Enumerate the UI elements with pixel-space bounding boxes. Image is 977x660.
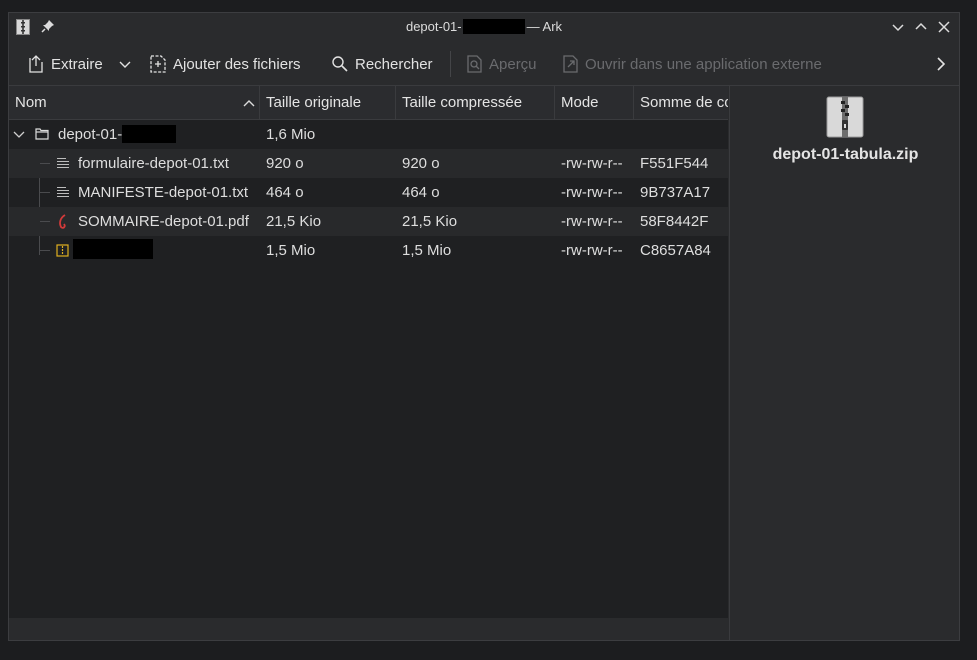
tree-branch-line [40, 250, 50, 251]
column-header: Nom Taille originale Taille compressée M… [9, 86, 728, 120]
extract-icon [29, 55, 43, 73]
archive-file-list: Nom Taille originale Taille compressée M… [9, 86, 728, 618]
column-header-compressed-size-label: Taille compressée [402, 94, 523, 111]
file-mode: -rw-rw-r-- [561, 184, 623, 201]
extract-menu-dropdown[interactable] [119, 43, 137, 85]
column-header-mode-label: Mode [561, 94, 599, 111]
column-header-original-size[interactable]: Taille originale [260, 86, 396, 119]
archive-file-icon [56, 244, 69, 257]
tree-branch-line [40, 221, 50, 222]
folder-icon [35, 128, 49, 140]
info-panel: depot-01-tabula.zip [729, 86, 959, 640]
file-compressed-size: 920 o [402, 155, 440, 172]
tree-row-file[interactable]: 1,5 Mio 1,5 Mio -rw-rw-r-- C8657A84 [9, 236, 728, 265]
chevron-down-icon [119, 61, 131, 68]
zip-archive-icon [826, 96, 864, 138]
tree-row-folder[interactable]: depot-01- 1,6 Mio [9, 120, 728, 149]
file-checksum: C8657A84 [640, 242, 711, 259]
add-files-label: Ajouter des fichiers [173, 55, 301, 73]
file-checksum: 9B737A17 [640, 184, 711, 201]
sort-ascending-icon [243, 100, 255, 107]
file-name [72, 236, 153, 265]
open-external-button[interactable]: Ouvrir dans une application externe [561, 43, 822, 85]
window-title-suffix: — Ark [526, 19, 563, 34]
pdf-file-icon [59, 214, 66, 229]
preview-button[interactable]: Aperçu [465, 43, 537, 85]
search-label: Rechercher [355, 55, 433, 73]
tree-branch-line [40, 192, 50, 193]
file-name: SOMMAIRE-depot-01.pdf [78, 213, 249, 230]
maximize-button[interactable] [913, 19, 929, 35]
main-toolbar: Extraire Ajouter des fichiers Rechercher [9, 43, 959, 86]
file-mode: -rw-rw-r-- [561, 242, 623, 259]
title-bar: depot-01- — Ark [9, 13, 959, 41]
search-button[interactable]: Rechercher [331, 43, 433, 85]
folder-name: depot-01- [58, 120, 177, 149]
file-original-size: 1,5 Mio [266, 242, 316, 259]
file-name: MANIFESTE-depot-01.txt [78, 184, 249, 201]
file-compressed-size: 464 o [402, 184, 440, 201]
folder-original-size: 1,6 Mio [266, 126, 316, 143]
add-file-icon [150, 55, 166, 73]
file-checksum: F551F544 [640, 155, 709, 172]
redaction-box [73, 239, 153, 259]
column-header-name[interactable]: Nom [9, 86, 260, 119]
ark-window: depot-01- — Ark Extraire Ajouter des fic… [8, 12, 960, 641]
text-file-icon [57, 187, 69, 197]
text-file-icon [57, 158, 69, 168]
window-title: depot-01- — Ark [9, 19, 959, 34]
archive-name: depot-01-tabula.zip [772, 146, 919, 163]
redaction-box [122, 125, 177, 143]
column-header-compressed-size[interactable]: Taille compressée [396, 86, 555, 119]
toolbar-overflow-button[interactable] [935, 43, 953, 85]
file-name: formulaire-depot-01.txt [78, 155, 229, 172]
file-checksum: 58F8442F [640, 213, 709, 230]
column-header-checksum-label: Somme de co [640, 94, 728, 111]
folder-name-label: depot-01- [58, 126, 123, 143]
file-compressed-size: 1,5 Mio [402, 242, 452, 259]
tree-row-file[interactable]: formulaire-depot-01.txt 920 o 920 o -rw-… [9, 149, 728, 178]
extract-button[interactable]: Extraire [27, 43, 103, 85]
tree-branch-line [40, 163, 50, 164]
search-icon [332, 56, 348, 72]
add-files-button[interactable]: Ajouter des fichiers [149, 43, 301, 85]
open-external-icon [563, 55, 578, 73]
column-header-name-label: Nom [15, 94, 47, 111]
column-header-checksum[interactable]: Somme de co [634, 86, 728, 119]
minimize-button[interactable] [890, 19, 906, 35]
column-header-original-size-label: Taille originale [266, 94, 362, 111]
file-mode: -rw-rw-r-- [561, 155, 623, 172]
open-external-label: Ouvrir dans une application externe [585, 55, 822, 73]
column-header-mode[interactable]: Mode [555, 86, 634, 119]
tree-row-file[interactable]: MANIFESTE-depot-01.txt 464 o 464 o -rw-r… [9, 178, 728, 207]
chevron-down-icon[interactable] [13, 130, 25, 140]
close-button[interactable] [936, 19, 952, 35]
file-mode: -rw-rw-r-- [561, 213, 623, 230]
extract-label: Extraire [51, 55, 103, 73]
file-original-size: 920 o [266, 155, 304, 172]
toolbar-separator [450, 51, 451, 77]
file-original-size: 464 o [266, 184, 304, 201]
file-compressed-size: 21,5 Kio [402, 213, 458, 230]
tree-row-file[interactable]: SOMMAIRE-depot-01.pdf 21,5 Kio 21,5 Kio … [9, 207, 728, 236]
preview-label: Aperçu [489, 55, 537, 73]
chevron-right-icon [937, 57, 946, 71]
preview-icon [467, 55, 482, 73]
redaction-box [462, 19, 525, 34]
window-title-prefix: depot-01- [405, 19, 462, 34]
file-original-size: 21,5 Kio [266, 213, 322, 230]
